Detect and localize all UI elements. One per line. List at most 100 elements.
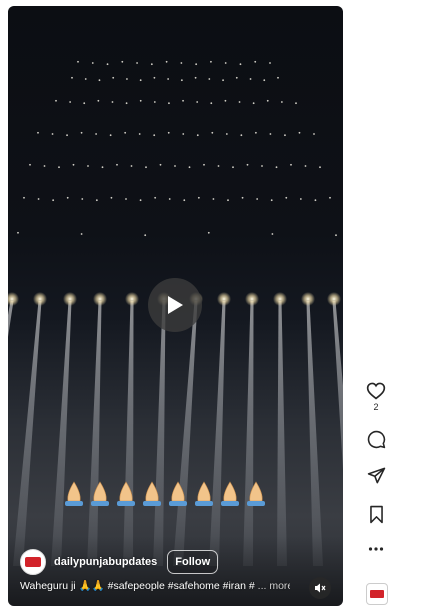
drone-light [249, 78, 252, 80]
drone-light [217, 165, 220, 167]
drone-light [101, 166, 104, 169]
drone-light [269, 133, 272, 135]
drone-light [203, 163, 205, 166]
drone-light [91, 62, 94, 64]
bookmark-icon[interactable] [368, 505, 385, 524]
save-action[interactable] [358, 505, 394, 524]
like-count: 2 [373, 402, 379, 412]
drone-light [261, 165, 263, 167]
firework-trail [51, 301, 72, 566]
comment-action[interactable] [358, 430, 394, 449]
drone-light [125, 102, 128, 105]
drone-light [254, 131, 257, 134]
drone-light [112, 76, 115, 79]
firework-trail [123, 301, 134, 566]
drone-light [95, 199, 98, 202]
firework-trail [173, 301, 198, 566]
drone-light [29, 163, 31, 166]
firework-trail [332, 301, 343, 470]
drone-light [210, 102, 213, 105]
reel-caption[interactable]: Waheguru ji 🙏🙏 #safepeople #safehome #ir… [20, 579, 290, 592]
drone-light [110, 196, 113, 199]
firework-trail [13, 301, 42, 566]
drone-light [313, 133, 315, 135]
caption-more-link[interactable]: ... more [258, 580, 290, 592]
drone-light [188, 166, 191, 169]
firework-trail [8, 301, 14, 337]
drone-light [285, 196, 288, 199]
drone-light [271, 233, 274, 235]
avatar-logo [25, 557, 41, 567]
firework-trail [153, 301, 166, 566]
follow-button[interactable]: Follow [167, 550, 219, 574]
drone-light [116, 163, 118, 166]
caption-text: Waheguru ji 🙏🙏 #safepeople #safehome #ir… [20, 580, 255, 592]
drone-light [196, 134, 199, 137]
more-action[interactable] [358, 546, 394, 552]
drone-light [153, 134, 156, 137]
more-horizontal-icon[interactable] [368, 546, 384, 552]
heart-icon[interactable] [366, 381, 386, 400]
comment-bubble-icon[interactable] [367, 430, 386, 449]
drone-light [159, 163, 162, 166]
drone-light [174, 165, 176, 167]
drone-light [304, 165, 307, 167]
drone-light [58, 166, 60, 169]
paper-plane-icon[interactable] [367, 466, 386, 485]
drone-light [211, 131, 214, 134]
drone-light [66, 134, 68, 137]
drone-light [240, 134, 243, 137]
drone-light [197, 196, 200, 199]
drone-light [121, 60, 124, 63]
share-action[interactable] [358, 466, 394, 485]
drone-light [210, 60, 212, 63]
firework-flare [301, 292, 315, 306]
firework-flare [33, 292, 47, 306]
drone-light [224, 62, 227, 64]
drone-light [280, 101, 283, 103]
firework-trail [277, 301, 287, 566]
muted-speaker-icon [315, 583, 326, 593]
drone-light [37, 198, 40, 200]
drone-light [227, 199, 229, 202]
drone-light [275, 166, 278, 169]
drone-light [125, 198, 127, 200]
firework-trail [306, 301, 323, 566]
mute-button[interactable] [309, 577, 331, 599]
play-icon [168, 296, 183, 314]
drone-light [111, 101, 114, 103]
author-username[interactable]: dailypunjabupdates [54, 556, 157, 568]
firework-trail [87, 301, 102, 566]
drone-light [97, 99, 100, 102]
drone-light [150, 63, 153, 66]
drone-light [298, 131, 301, 134]
drone-light [167, 78, 170, 80]
like-action[interactable]: 2 [358, 381, 394, 412]
drone-light [17, 231, 19, 234]
drone-light [71, 76, 73, 79]
play-button[interactable] [148, 278, 202, 332]
author-avatar[interactable] [20, 549, 46, 575]
drone-light [154, 196, 157, 199]
firework-trail [243, 301, 254, 566]
drone-light [55, 99, 57, 102]
drone-light [182, 133, 185, 135]
drone-light [335, 234, 337, 237]
drone-light [269, 62, 271, 64]
drone-light [80, 233, 83, 235]
drone-light [225, 133, 228, 135]
drone-light [196, 101, 199, 103]
drone-light [222, 79, 224, 82]
audio-thumbnail[interactable] [366, 583, 388, 605]
drone-light [295, 102, 297, 105]
drone-light [194, 76, 197, 79]
drone-light [138, 133, 141, 135]
praying-hands-emoji [221, 481, 239, 506]
drone-light [208, 78, 211, 80]
drone-light [252, 102, 255, 105]
reel-video[interactable]: dailypunjabupdates Follow Waheguru ji 🙏🙏… [8, 6, 343, 606]
drone-light [284, 134, 286, 137]
drone-light [43, 165, 46, 167]
firework-flare [8, 292, 19, 306]
drone-light [130, 165, 133, 167]
